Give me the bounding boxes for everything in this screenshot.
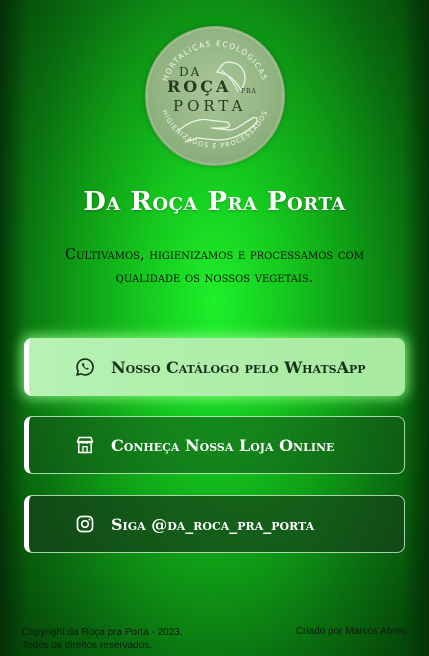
copyright-line2: Todos os direitos reservados.	[22, 640, 153, 651]
logo-top-text: HORTALIÇAS ECOLÓGICAS	[160, 39, 268, 82]
footer-copyright: Copyright da Roça pra Porta - 2023. Todo…	[22, 626, 183, 652]
instagram-button[interactable]: Siga @da_roca_pra_porta	[24, 495, 405, 553]
background-left-shade	[0, 0, 26, 656]
instagram-icon	[73, 512, 97, 536]
page-subtitle: Cultivamos, higienizamos e processamos c…	[65, 247, 364, 286]
brand-logo: HORTALIÇAS ECOLÓGICAS HIGIENIZADOS E PRO…	[145, 26, 285, 166]
online-store-label: Conheça Nossa Loja Online	[111, 435, 335, 455]
whatsapp-icon	[73, 355, 97, 379]
svg-text:HORTALIÇAS ECOLÓGICAS: HORTALIÇAS ECOLÓGICAS	[160, 39, 269, 82]
logo-line3: PORTA	[173, 97, 246, 115]
store-icon	[73, 433, 97, 457]
footer-credit: Criado por Marcos Abreu	[295, 626, 407, 637]
page-title: Da Roça Pra Porta	[83, 187, 346, 217]
background-right-shade	[403, 0, 429, 656]
online-store-button[interactable]: Conheça Nossa Loja Online	[24, 416, 405, 474]
instagram-label: Siga @da_roca_pra_porta	[111, 514, 315, 534]
logo-line2-small: PRA	[241, 88, 257, 95]
copyright-line1: Copyright da Roça pra Porta - 2023.	[22, 627, 183, 638]
whatsapp-catalog-button[interactable]: Nosso Catálogo pelo WhatsApp	[24, 338, 405, 396]
whatsapp-catalog-label: Nosso Catálogo pelo WhatsApp	[111, 357, 366, 377]
logo-line2: ROÇA	[167, 77, 231, 96]
